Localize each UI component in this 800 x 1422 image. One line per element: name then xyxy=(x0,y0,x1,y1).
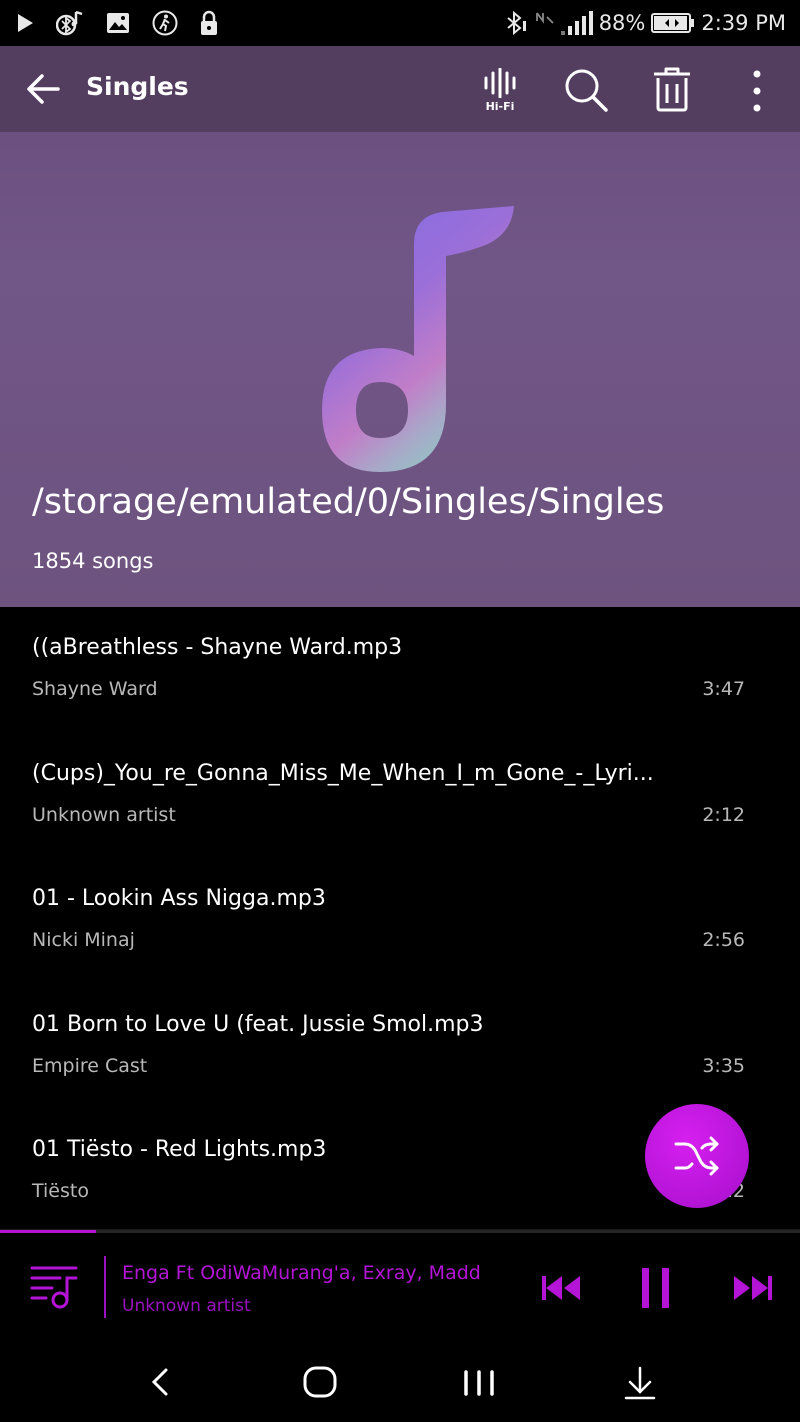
song-duration: 2:12 xyxy=(702,804,745,826)
clock: 2:39 PM xyxy=(701,11,786,35)
battery-icon xyxy=(651,12,695,34)
shuffle-button[interactable] xyxy=(645,1104,749,1208)
playback-progress[interactable] xyxy=(0,1230,800,1233)
nav-down-icon xyxy=(624,1366,656,1400)
now-playing-title: Enga Ft OdiWaMurang'a, Exray, Madd xyxy=(122,1262,481,1284)
nav-hide-keyboard-button[interactable] xyxy=(620,1362,660,1402)
nav-recents-button[interactable] xyxy=(460,1366,500,1400)
song-row[interactable]: (Cups)_You_re_Gonna_Miss_Me_When_I_m_Gon… xyxy=(0,733,800,859)
bluetooth-icon xyxy=(505,11,527,35)
song-duration: 3:35 xyxy=(702,1055,745,1077)
pause-icon xyxy=(642,1268,669,1308)
song-artist: Shayne Ward xyxy=(32,678,158,700)
more-options-button[interactable] xyxy=(740,68,774,114)
app-bar: Singles Hi-Fi xyxy=(0,46,800,132)
song-duration: 3:47 xyxy=(702,678,745,700)
music-note-icon xyxy=(318,204,518,474)
more-vert-icon xyxy=(753,70,761,112)
delete-button[interactable] xyxy=(648,64,696,114)
song-title: (Cups)_You_re_Gonna_Miss_Me_When_I_m_Gon… xyxy=(32,761,654,786)
previous-button[interactable] xyxy=(540,1268,584,1308)
shuffle-icon xyxy=(674,1136,719,1176)
pause-button[interactable] xyxy=(636,1264,676,1312)
nav-back-button[interactable] xyxy=(146,1364,176,1400)
status-bar-system: 88% 2:39 PM xyxy=(505,8,786,38)
nav-recents-icon xyxy=(464,1370,494,1396)
battery-percent: 88% xyxy=(598,11,646,35)
song-row[interactable]: ((aBreathless - Shayne Ward.mp3 Shayne W… xyxy=(0,607,800,733)
song-title: 01 Born to Love U (feat. Jussie Smol.mp3 xyxy=(32,1012,484,1037)
skip-previous-icon xyxy=(542,1276,580,1300)
song-row[interactable]: 01 - Lookin Ass Nigga.mp3 Nicki Minaj 2:… xyxy=(0,858,800,984)
song-count: 1854 songs xyxy=(32,549,154,573)
hifi-button[interactable]: Hi-Fi xyxy=(474,67,526,116)
image-icon xyxy=(106,12,130,34)
song-artist: Empire Cast xyxy=(32,1055,148,1077)
search-button[interactable] xyxy=(562,66,610,114)
status-bar: 88% 2:39 PM xyxy=(0,0,800,46)
hifi-label: Hi-Fi xyxy=(485,100,515,113)
song-title: ((aBreathless - Shayne Ward.mp3 xyxy=(32,635,403,660)
walking-icon xyxy=(152,10,178,36)
trash-icon xyxy=(654,67,690,112)
skip-next-icon xyxy=(734,1276,772,1300)
divider xyxy=(104,1256,106,1318)
song-title: 01 Tiësto - Red Lights.mp3 xyxy=(32,1137,327,1162)
lock-icon xyxy=(200,10,218,36)
now-playing-artist: Unknown artist xyxy=(122,1296,251,1316)
song-title: 01 - Lookin Ass Nigga.mp3 xyxy=(32,886,326,911)
back-button[interactable] xyxy=(22,68,66,112)
status-bar-notifications xyxy=(16,8,218,38)
signal-icon xyxy=(560,11,593,35)
nav-home-icon xyxy=(303,1366,337,1398)
song-row[interactable]: 01 Born to Love U (feat. Jussie Smol.mp3… xyxy=(0,984,800,1110)
back-arrow-icon xyxy=(27,74,60,104)
bluetooth-music-icon xyxy=(56,10,84,36)
nav-home-button[interactable] xyxy=(300,1364,340,1400)
search-icon xyxy=(565,69,608,112)
folder-header: Singles Hi-Fi /storage/emulated/0/Single… xyxy=(0,46,800,607)
nav-back-icon xyxy=(151,1368,168,1396)
mini-player[interactable]: Enga Ft OdiWaMurang'a, Exray, Madd Unkno… xyxy=(0,1229,800,1344)
song-duration: 2:56 xyxy=(702,929,745,951)
song-artist: Tiësto xyxy=(32,1180,89,1202)
song-artist: Unknown artist xyxy=(32,804,176,826)
hifi-icon xyxy=(484,67,516,99)
playlist-music-icon xyxy=(30,1266,78,1309)
song-artist: Nicki Minaj xyxy=(32,929,135,951)
page-title: Singles xyxy=(86,72,189,101)
queue-button[interactable] xyxy=(30,1264,78,1310)
play-icon xyxy=(16,13,34,33)
system-nav-bar xyxy=(0,1344,800,1422)
folder-path: /storage/emulated/0/Singles/Singles xyxy=(32,482,665,522)
playback-progress-fill xyxy=(0,1230,96,1233)
no-signal-icon xyxy=(533,11,555,35)
next-button[interactable] xyxy=(730,1268,774,1308)
